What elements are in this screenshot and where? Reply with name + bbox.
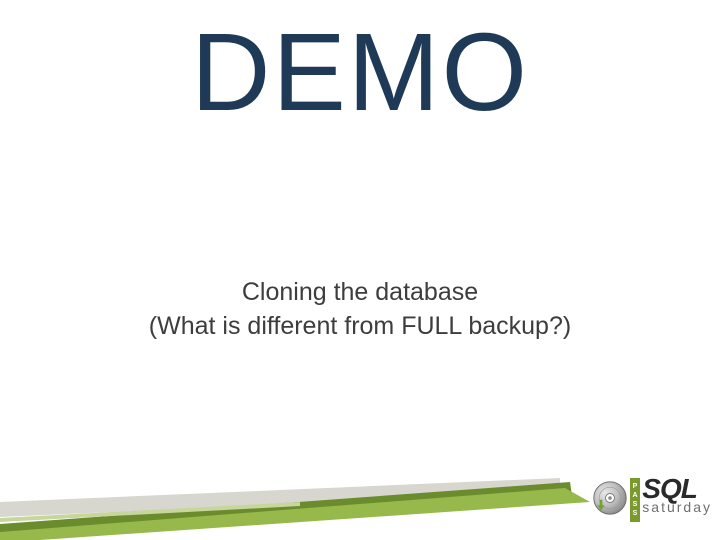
disc-icon (592, 480, 628, 516)
pass-letter: P (633, 483, 638, 490)
logo-wordmark: SQL saturday (642, 476, 712, 515)
subtitle-line-1: Cloning the database (242, 278, 478, 306)
pass-letter: S (633, 510, 638, 517)
logo-sql-text: SQL (642, 476, 712, 501)
slide-subtitle: Cloning the database (What is different … (0, 276, 720, 344)
pass-letter: A (632, 492, 637, 499)
pass-letter: S (633, 501, 638, 508)
slide-title: DEMO (0, 18, 720, 128)
logo-saturday-text: saturday (642, 499, 712, 515)
slide: DEMO Cloning the database (What is diffe… (0, 0, 720, 540)
footer-ribbon: P A S S SQL saturday (0, 462, 720, 540)
pass-badge: P A S S (630, 478, 640, 522)
sql-saturday-logo: P A S S SQL saturday (582, 474, 712, 534)
subtitle-line-2: (What is different from FULL backup?) (149, 312, 571, 340)
